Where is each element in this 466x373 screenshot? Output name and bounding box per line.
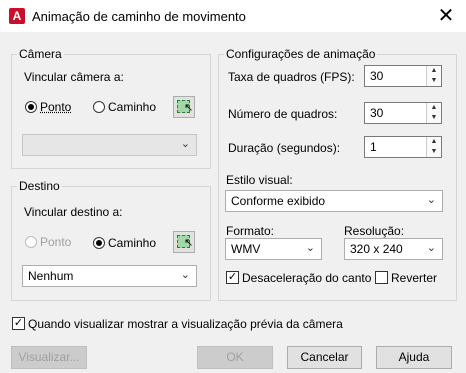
destination-path-radio[interactable] <box>93 237 105 249</box>
check-icon: ✓ <box>13 317 24 329</box>
frame-rate-spinner[interactable]: 30 ▲ ▼ <box>364 65 442 87</box>
preview-button[interactable]: Visualizar... <box>11 346 87 369</box>
camera-pick-button[interactable]: ↖ <box>173 96 195 118</box>
duration-label: Duração (segundos): <box>228 141 341 155</box>
camera-link-label: Vincular câmera a: <box>24 70 124 84</box>
reverse-checkbox[interactable] <box>375 271 388 284</box>
ok-button[interactable]: OK <box>197 346 273 369</box>
camera-path-combo[interactable]: ⌄ <box>22 134 197 156</box>
resolution-combo[interactable]: 320 x 240 ⌄ <box>344 238 443 260</box>
camera-point-radio[interactable] <box>25 101 37 113</box>
cursor-icon: ↖ <box>184 102 194 114</box>
visual-style-label: Estilo visual: <box>226 173 293 187</box>
cursor-icon: ↖ <box>184 237 194 249</box>
destination-point-radio <box>25 236 37 248</box>
duration-spinner[interactable]: 1 ▲ ▼ <box>364 136 442 158</box>
close-icon[interactable]: ✕ <box>430 2 462 30</box>
destination-pick-button[interactable]: ↖ <box>173 231 195 253</box>
decel-checkbox[interactable]: ✓ <box>226 271 239 284</box>
help-button[interactable]: Ajuda <box>376 346 452 369</box>
camera-path-radio[interactable] <box>93 101 105 113</box>
decel-label[interactable]: Desaceleração do canto <box>242 271 371 285</box>
frame-count-value: 30 <box>370 106 384 120</box>
app-logo-icon: A <box>9 8 25 24</box>
format-combo[interactable]: WMV ⌄ <box>225 238 322 260</box>
frame-count-label: Número de quadros: <box>228 107 338 121</box>
chevron-down-icon: ⌄ <box>426 242 436 254</box>
frame-rate-label: Taxa de quadros (FPS): <box>228 70 355 84</box>
check-icon: ✓ <box>227 271 238 283</box>
visual-style-combo[interactable]: Conforme exibido ⌄ <box>225 190 443 212</box>
window-title: Animação de caminho de movimento <box>32 9 246 24</box>
frame-rate-value: 30 <box>370 69 384 83</box>
spin-down-icon[interactable]: ▼ <box>426 113 441 123</box>
resolution-value: 320 x 240 <box>350 242 403 256</box>
chevron-down-icon: ⌄ <box>426 194 436 206</box>
animation-settings-title: Configurações de animação <box>224 47 378 61</box>
spin-down-icon[interactable]: ▼ <box>426 76 441 86</box>
camera-group-title: Câmera <box>17 47 64 61</box>
reverse-label[interactable]: Reverter <box>391 271 437 285</box>
chevron-down-icon: ⌄ <box>180 138 190 150</box>
camera-point-label[interactable]: Ponto <box>40 100 71 114</box>
destination-point-label: Ponto <box>40 235 72 249</box>
format-value: WMV <box>231 242 261 256</box>
cancel-button[interactable]: Cancelar <box>287 346 362 369</box>
preview-camera-checkbox[interactable]: ✓ <box>12 317 25 330</box>
frame-count-spinner[interactable]: 30 ▲ ▼ <box>364 102 442 124</box>
preview-camera-label[interactable]: Quando visualizar mostrar a visualização… <box>28 317 343 331</box>
format-label: Formato: <box>226 224 275 238</box>
duration-value: 1 <box>370 140 377 154</box>
destination-link-label: Vincular destino a: <box>24 205 123 219</box>
destination-path-combo-value: Nenhum <box>28 269 74 283</box>
chevron-down-icon: ⌄ <box>305 242 315 254</box>
destination-path-label[interactable]: Caminho <box>108 236 156 250</box>
destination-path-combo[interactable]: Nenhum ⌄ <box>22 265 197 287</box>
spin-down-icon[interactable]: ▼ <box>426 147 441 157</box>
camera-path-label[interactable]: Caminho <box>108 100 156 114</box>
chevron-down-icon: ⌄ <box>180 269 190 281</box>
visual-style-value: Conforme exibido <box>231 194 326 208</box>
resolution-label: Resolução: <box>344 224 405 238</box>
destination-group-title: Destino <box>17 179 62 193</box>
